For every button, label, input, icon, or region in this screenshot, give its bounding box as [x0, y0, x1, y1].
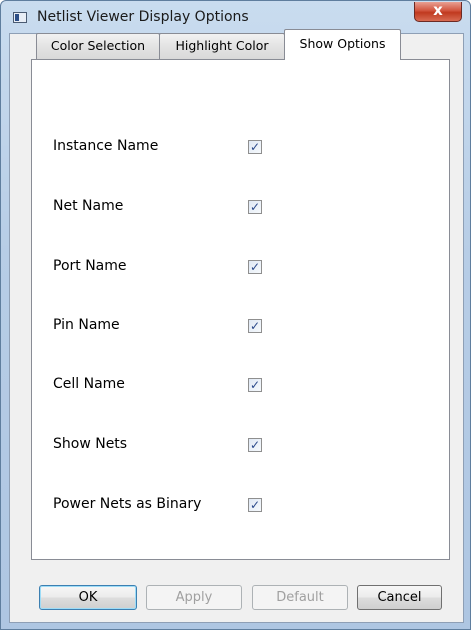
option-label-port-name: Port Name [53, 258, 127, 274]
check-icon: ✓ [250, 498, 261, 512]
tab-label: Highlight Color [175, 38, 269, 53]
app-window-icon [13, 12, 27, 23]
option-label-pin-name: Pin Name [53, 317, 120, 333]
option-label-power-nets-as-binary: Power Nets as Binary [53, 496, 202, 512]
check-icon: ✓ [250, 140, 261, 154]
dialog-window: Netlist Viewer Display Options x Color S… [0, 0, 471, 630]
checkbox-show-nets[interactable]: ✓ [248, 438, 262, 452]
checkbox-pin-name[interactable]: ✓ [248, 319, 262, 333]
checkbox-port-name[interactable]: ✓ [248, 260, 262, 274]
ok-button[interactable]: OK [39, 585, 137, 610]
default-button[interactable]: Default [252, 585, 348, 610]
tab-color-selection[interactable]: Color Selection [36, 33, 160, 59]
checkbox-power-nets-as-binary[interactable]: ✓ [248, 498, 262, 512]
checkbox-instance-name[interactable]: ✓ [248, 140, 262, 154]
close-button[interactable]: x [414, 1, 462, 22]
option-label-cell-name: Cell Name [53, 376, 125, 392]
check-icon: ✓ [250, 260, 261, 274]
close-icon: x [433, 1, 443, 19]
check-icon: ✓ [250, 438, 261, 452]
tab-show-options[interactable]: Show Options [284, 29, 401, 60]
tab-highlight-color[interactable]: Highlight Color [159, 33, 285, 59]
checkbox-net-name[interactable]: ✓ [248, 200, 262, 214]
check-icon: ✓ [250, 378, 261, 392]
tab-label: Color Selection [50, 38, 146, 53]
check-icon: ✓ [250, 319, 261, 333]
apply-button[interactable]: Apply [146, 585, 242, 610]
option-label-instance-name: Instance Name [53, 138, 159, 154]
show-options-panel: Instance Name ✓ Net Name ✓ Port Name ✓ P… [31, 59, 450, 560]
checkbox-cell-name[interactable]: ✓ [248, 378, 262, 392]
window-title: Netlist Viewer Display Options [37, 9, 249, 25]
option-label-net-name: Net Name [53, 198, 124, 214]
tab-label: Show Options [299, 36, 386, 51]
cancel-button[interactable]: Cancel [357, 585, 442, 610]
check-icon: ✓ [250, 200, 261, 214]
option-label-show-nets: Show Nets [53, 436, 128, 452]
